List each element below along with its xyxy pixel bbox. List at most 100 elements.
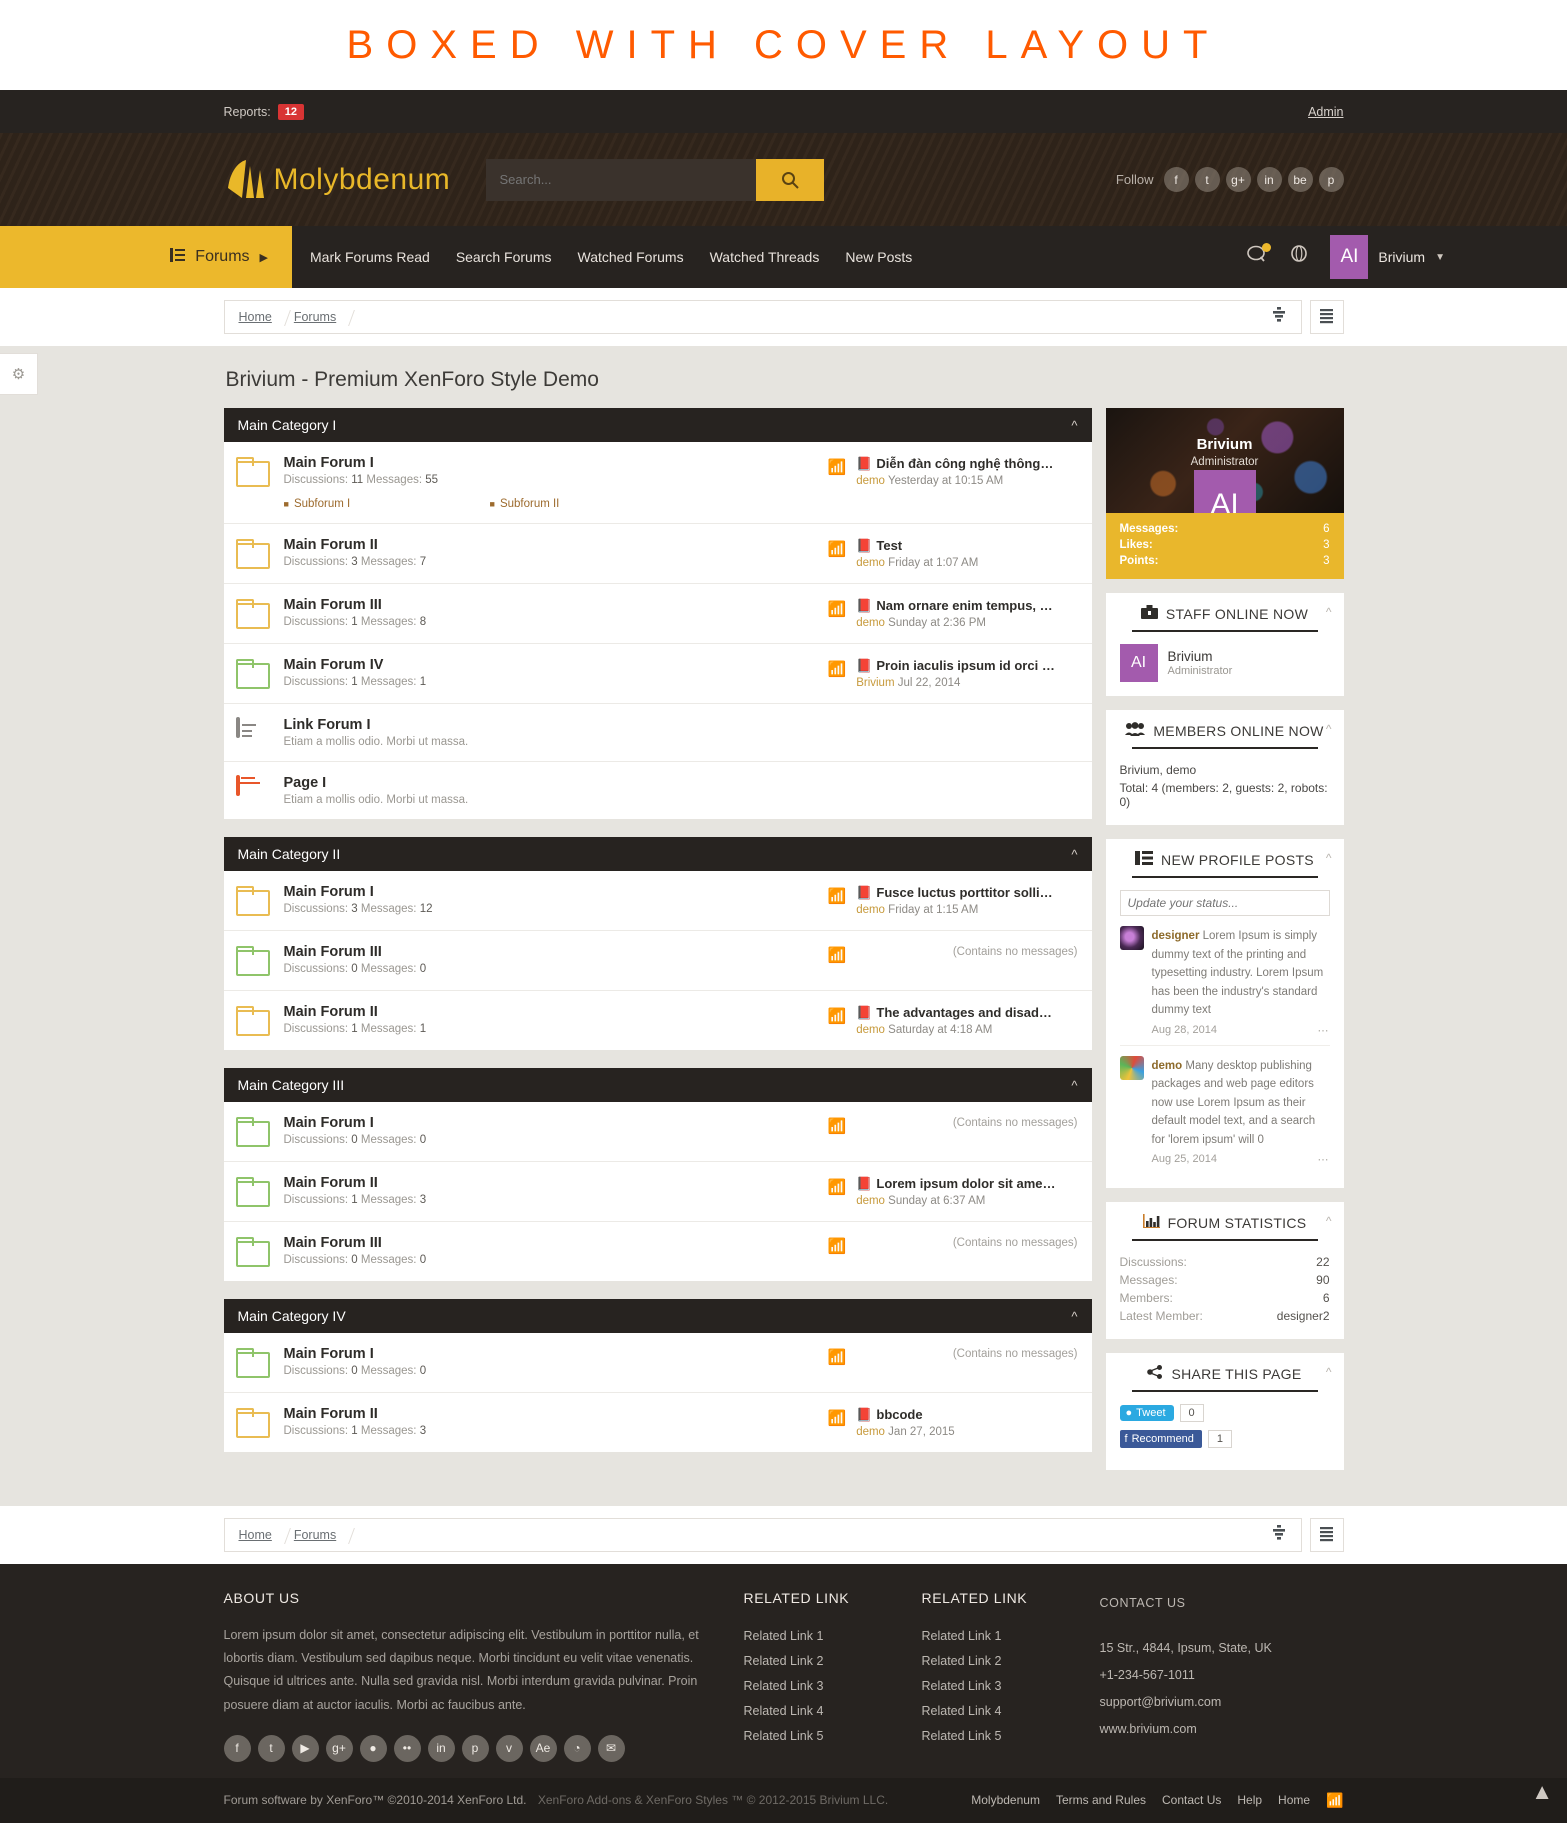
footer-link[interactable]: Related Link 1: [922, 1624, 1100, 1649]
rss-icon[interactable]: 📶: [828, 1346, 847, 1366]
search-button[interactable]: [755, 158, 824, 201]
style-chooser-gear-icon[interactable]: ⚙: [0, 353, 38, 395]
profile-post-more-icon[interactable]: ⋯: [1318, 1024, 1330, 1037]
last-post-user[interactable]: demo: [856, 557, 885, 569]
forum-title[interactable]: Page I: [284, 775, 828, 791]
last-post-user[interactable]: demo: [856, 475, 885, 487]
twitter-icon[interactable]: t: [257, 1734, 285, 1762]
alerts-globe-icon[interactable]: [1290, 244, 1308, 270]
last-post-title[interactable]: 📕 Nam ornare enim tempus, co...: [856, 598, 1056, 614]
search-input[interactable]: [485, 158, 756, 201]
pinterest-icon[interactable]: p: [461, 1734, 489, 1762]
rss-icon[interactable]: 📶: [828, 1407, 847, 1438]
profile-post-more-icon[interactable]: ⋯: [1318, 1153, 1330, 1166]
rss-icon[interactable]: 📶: [828, 1005, 847, 1036]
footer-link[interactable]: Related Link 2: [922, 1649, 1100, 1674]
linkedin-icon[interactable]: in: [1256, 167, 1282, 192]
googleplus-icon[interactable]: g+: [325, 1734, 353, 1762]
rss-icon[interactable]: 📶: [828, 1115, 847, 1135]
forum-row[interactable]: Main Forum III Discussions: 0 Messages: 0…: [223, 931, 1092, 991]
forum-title[interactable]: Main Forum I: [284, 1346, 828, 1362]
breadcrumb-item-forums[interactable]: Forums: [294, 1528, 358, 1542]
footer-link[interactable]: Related Link 5: [744, 1724, 922, 1749]
pinterest-icon[interactable]: p: [1318, 167, 1344, 192]
footer-bottom-link-home[interactable]: Home: [1278, 1793, 1310, 1807]
footer-bottom-link-molybdenum[interactable]: Molybdenum: [971, 1793, 1040, 1807]
forum-row[interactable]: Page I Etiam a mollis odio. Morbi ut mass…: [224, 762, 1092, 819]
forum-title[interactable]: Main Forum II: [284, 1175, 828, 1191]
last-post-title[interactable]: 📕 bbcode: [856, 1407, 1056, 1423]
forum-title[interactable]: Link Forum I: [284, 717, 828, 733]
collapse-icon[interactable]: ^: [1326, 851, 1332, 865]
vimeo-icon[interactable]: v: [495, 1734, 523, 1762]
rss-icon[interactable]: 📶: [828, 944, 847, 964]
nav-link-mark-forums-read[interactable]: Mark Forums Read: [310, 249, 430, 265]
twitter-icon[interactable]: t: [1194, 167, 1220, 192]
youtube-icon[interactable]: ▶: [291, 1734, 319, 1762]
rss-icon[interactable]: 📶: [828, 658, 847, 689]
forum-row[interactable]: Main Forum II Discussions: 1 Messages: 3 📶…: [224, 1393, 1092, 1452]
collapse-icon[interactable]: ^: [1326, 605, 1332, 619]
status-update-input[interactable]: [1119, 890, 1330, 916]
behance-icon[interactable]: Ae: [529, 1734, 557, 1762]
breadcrumb-item-forums[interactable]: Forums: [294, 310, 358, 324]
collapse-icon[interactable]: ^: [1326, 1214, 1332, 1228]
forum-row[interactable]: Link Forum I Etiam a mollis odio. Morbi u…: [223, 704, 1092, 762]
conversations-icon[interactable]: [1247, 243, 1272, 269]
admin-link[interactable]: Admin: [1308, 105, 1343, 119]
breadcrumb-jump-icon[interactable]: [1272, 1524, 1285, 1546]
last-post-user[interactable]: demo: [856, 1426, 885, 1438]
forum-row[interactable]: Main Forum I Discussions: 0 Messages: 0 📶(…: [223, 1102, 1092, 1162]
rss-icon[interactable]: 📶: [828, 1176, 847, 1207]
staff-member-row[interactable]: AI Brivium Administrator: [1119, 644, 1330, 682]
last-post-title[interactable]: 📕 Test: [856, 538, 1056, 554]
last-post-user[interactable]: demo: [856, 1195, 885, 1207]
footer-link[interactable]: Related Link 3: [744, 1674, 922, 1699]
forum-row[interactable]: Main Forum I Discussions: 0 Messages: 0 📶(…: [223, 1333, 1092, 1393]
forum-row[interactable]: Main Forum I Discussions: 11 Messages: 55…: [223, 442, 1092, 524]
collapse-icon[interactable]: ^: [1326, 1365, 1332, 1379]
forum-row[interactable]: Main Forum III Discussions: 0 Messages: 0…: [224, 1222, 1092, 1281]
last-post-title[interactable]: 📕 Fusce luctus porttitor sollicit...: [856, 885, 1056, 901]
forum-title[interactable]: Main Forum III: [284, 944, 828, 960]
rss-icon[interactable]: ◔: [563, 1734, 591, 1762]
rss-icon[interactable]: 📶: [828, 1235, 847, 1255]
forum-row[interactable]: Main Forum II Discussions: 3 Messages: 7 📶…: [223, 524, 1092, 584]
nav-link-new-posts[interactable]: New Posts: [845, 249, 912, 265]
footer-link[interactable]: Related Link 1: [744, 1624, 922, 1649]
forum-title[interactable]: Main Forum III: [284, 1235, 828, 1251]
forum-title[interactable]: Main Forum II: [284, 1406, 828, 1422]
profile-post-user[interactable]: designer: [1152, 930, 1200, 942]
profile-post[interactable]: designer Lorem Ipsum is simply dummy tex…: [1119, 916, 1330, 1046]
profile-post-user[interactable]: demo: [1152, 1060, 1183, 1072]
behance-icon[interactable]: be: [1287, 167, 1313, 192]
nav-tab-forums[interactable]: Forums ▶: [0, 226, 292, 288]
forum-row[interactable]: Main Forum II Discussions: 1 Messages: 3 📶…: [223, 1162, 1092, 1222]
footer-link[interactable]: Related Link 2: [744, 1649, 922, 1674]
footer-bottom-link-terms[interactable]: Terms and Rules: [1056, 1793, 1146, 1807]
forum-title[interactable]: Main Forum II: [284, 1004, 828, 1020]
subforum-link[interactable]: ■ Subforum I: [284, 498, 490, 510]
breadcrumb-jump-icon[interactable]: [1272, 306, 1285, 328]
forum-row[interactable]: Main Forum IV Discussions: 1 Messages: 1 📶…: [223, 644, 1092, 704]
forum-title[interactable]: Main Forum I: [284, 455, 828, 471]
tweet-button[interactable]: ● Tweet: [1119, 1405, 1174, 1422]
googleplus-icon[interactable]: g+: [1225, 167, 1251, 192]
last-post-title[interactable]: 📕 The advantages and disadva...: [856, 1005, 1056, 1021]
last-post-title[interactable]: 📕 Lorem ipsum dolor sit amet, ...: [856, 1176, 1056, 1192]
sidebar-toggle-button[interactable]: [1309, 1518, 1344, 1553]
last-post-title[interactable]: 📕 Diễn đàn công nghệ thông tin: [856, 456, 1056, 472]
footer-contact-email[interactable]: support@brivium.com: [1100, 1689, 1330, 1716]
collapse-icon[interactable]: ^: [1071, 418, 1077, 433]
footer-bottom-link-help[interactable]: Help: [1237, 1793, 1262, 1807]
nav-link-watched-forums[interactable]: Watched Forums: [578, 249, 684, 265]
forum-title[interactable]: Main Forum II: [284, 537, 828, 553]
footer-link[interactable]: Related Link 4: [922, 1699, 1100, 1724]
rss-icon[interactable]: 📶: [1326, 1792, 1343, 1809]
forum-title[interactable]: Main Forum III: [284, 597, 828, 613]
collapse-icon[interactable]: ^: [1326, 722, 1332, 736]
last-post-user[interactable]: Brivium: [856, 677, 894, 689]
reports-link[interactable]: Reports: 12: [224, 103, 304, 120]
search-form[interactable]: [485, 158, 824, 201]
forum-row[interactable]: Main Forum I Discussions: 3 Messages: 12 📶…: [223, 871, 1092, 931]
